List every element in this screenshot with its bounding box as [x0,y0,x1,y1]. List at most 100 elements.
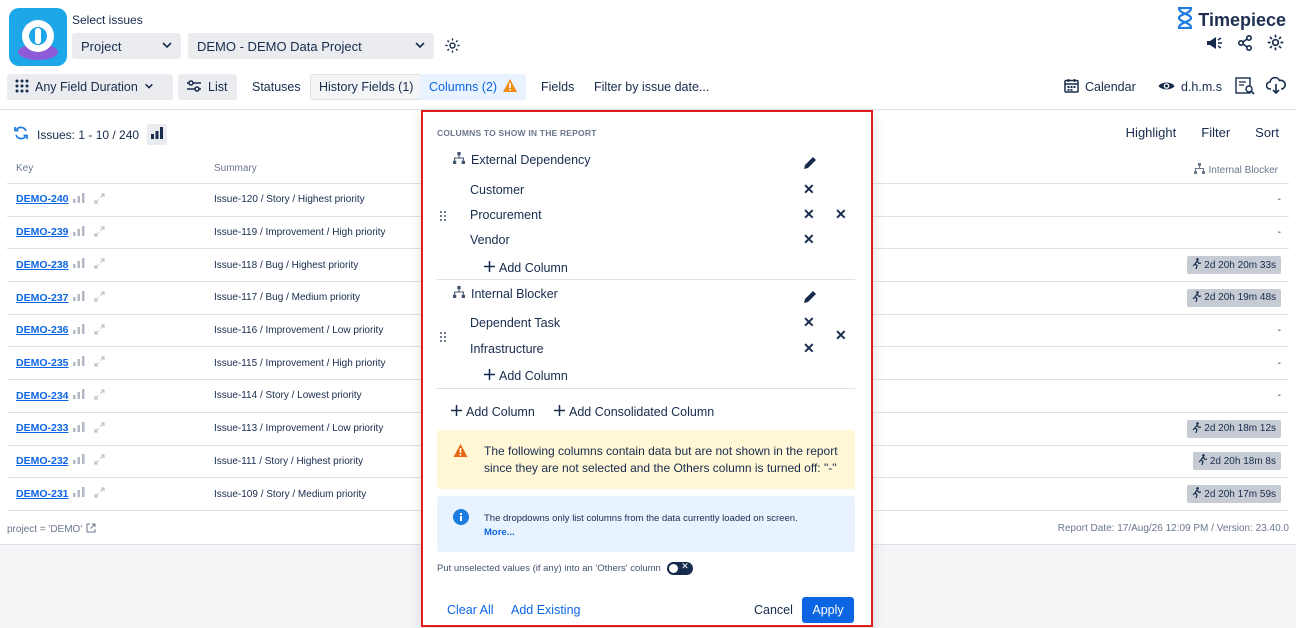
expand-icon[interactable] [94,226,105,240]
duration-badge: 2d 20h 20m 33s [1187,256,1281,275]
filter-button[interactable]: Filter [1201,125,1230,140]
bar-chart-icon[interactable] [72,192,85,207]
expand-icon[interactable] [94,258,105,272]
info-icon [453,509,469,528]
group-internal-blocker-label: Internal Blocker [471,286,558,301]
column-header-summary[interactable]: Summary [214,163,257,174]
add-column-label: Add Column [466,405,535,419]
report-search-icon [1235,76,1255,98]
select-issues-label: Select issues [72,13,143,27]
group-external-dependency[interactable]: External Dependency [453,152,591,167]
remove-customer-close-icon[interactable]: ✕ [803,181,815,198]
add-consolidated-column-button[interactable]: Add Consolidated Column [554,405,714,419]
apply-button[interactable]: Apply [802,597,854,623]
divider [437,279,855,280]
bar-chart-icon[interactable] [72,323,85,338]
clear-all-button[interactable]: Clear All [447,603,494,617]
calendar-button[interactable]: Calendar [1056,74,1144,100]
history-fields-button[interactable]: History Fields (1) [310,74,423,100]
bar-chart-icon[interactable] [72,258,85,272]
remove-vendor-close-icon[interactable]: ✕ [803,231,815,248]
others-toggle[interactable]: ✕ [666,561,693,575]
key-cell: DEMO-235 [7,347,214,380]
expand-icon[interactable] [94,454,105,468]
time-format-button[interactable]: d.h.m.s [1150,74,1230,100]
internal-blocker-cell: - [889,184,1289,217]
group-internal-blocker[interactable]: Internal Blocker [453,286,558,301]
app-logo [9,8,67,66]
add-column-button[interactable]: Add Column [451,405,535,419]
expand-icon[interactable] [94,487,105,501]
sort-button[interactable]: Sort [1255,125,1279,140]
issue-key-link[interactable]: DEMO-240 [7,193,69,205]
filter-by-date-button[interactable]: Filter by issue date... [586,74,717,100]
column-header-internal-blocker[interactable]: Internal Blocker [1193,163,1278,177]
bar-chart-icon[interactable] [72,356,85,370]
settings-gear-icon[interactable] [1267,34,1284,54]
remove-group1-close-icon[interactable]: ✕ [835,206,847,223]
project-dropdown[interactable]: DEMO - DEMO Data Project [188,33,434,59]
key-cell: DEMO-240 [7,184,214,217]
group2-add-column-button[interactable]: Add Column [484,369,568,383]
filter-by-date-label: Filter by issue date... [594,80,710,94]
remove-infrastructure-close-icon[interactable]: ✕ [803,340,815,357]
issue-key-link[interactable]: DEMO-235 [7,357,69,369]
statuses-button[interactable]: Statuses [244,74,309,100]
row-actions [72,192,105,207]
issue-key-link[interactable]: DEMO-236 [7,324,69,336]
expand-icon[interactable] [94,324,105,338]
drag-handle-icon[interactable] [440,330,446,345]
group1-add-column-button[interactable]: Add Column [484,261,568,275]
edit-pencil-icon[interactable] [803,290,817,307]
eye-icon [1158,80,1175,95]
duration-value: 2d 20h 17m 59s [1204,488,1276,500]
toolbar: Any Field Duration List Statuses History… [0,74,1296,102]
duration-value: 2d 20h 19m 48s [1204,292,1276,304]
remove-group2-close-icon[interactable]: ✕ [835,327,847,344]
fields-button[interactable]: Fields [533,74,582,100]
issue-key-link[interactable]: DEMO-231 [7,488,69,500]
cloud-export-button[interactable] [1258,74,1294,100]
expand-icon[interactable] [94,356,105,370]
external-link-icon[interactable] [86,523,96,536]
bar-chart-icon[interactable] [72,421,85,436]
expand-icon[interactable] [94,422,105,436]
expand-icon[interactable] [94,193,105,207]
refresh-icon[interactable] [13,125,29,144]
issue-key-link[interactable]: DEMO-234 [7,390,69,402]
bar-chart-icon[interactable] [72,225,85,240]
drag-handle-icon[interactable] [440,209,446,224]
cancel-button[interactable]: Cancel [754,603,793,617]
issue-key-link[interactable]: DEMO-239 [7,226,69,238]
expand-icon[interactable] [94,291,105,305]
issue-key-link[interactable]: DEMO-237 [7,292,69,304]
bar-chart-icon[interactable] [72,454,85,468]
issue-key-link[interactable]: DEMO-233 [7,422,69,434]
announcement-icon[interactable] [1205,35,1223,54]
project-settings-gear-icon[interactable] [444,37,461,57]
info-more-link[interactable]: More... [484,526,844,540]
chart-bars-icon[interactable] [147,124,168,145]
list-button[interactable]: List [178,74,237,100]
remove-procurement-close-icon[interactable]: ✕ [803,206,815,223]
bar-chart-icon[interactable] [72,487,85,501]
report-info: Report Date: 17/Aug/26 12:09 PM / Versio… [1057,523,1289,534]
duration-type-button[interactable]: Any Field Duration [7,74,173,100]
internal-blocker-cell: 2d 20h 17m 59s [889,478,1289,511]
edit-pencil-icon[interactable] [803,156,817,173]
highlight-button[interactable]: Highlight [1126,125,1177,140]
expand-icon[interactable] [94,389,105,403]
internal-blocker-cell: 2d 20h 19m 48s [889,282,1289,315]
share-icon[interactable] [1237,34,1253,54]
remove-dependent-task-close-icon[interactable]: ✕ [803,314,815,331]
key-cell: DEMO-237 [7,282,214,315]
issue-key-link[interactable]: DEMO-232 [7,455,69,467]
add-existing-button[interactable]: Add Existing [511,603,580,617]
duration-badge: 2d 20h 18m 12s [1187,419,1281,438]
bar-chart-icon[interactable] [72,388,85,403]
column-header-key[interactable]: Key [16,163,33,174]
columns-button[interactable]: Columns (2) [421,74,526,100]
bar-chart-icon[interactable] [72,290,85,305]
issue-key-link[interactable]: DEMO-238 [7,259,69,271]
source-type-dropdown[interactable]: Project [72,33,181,59]
